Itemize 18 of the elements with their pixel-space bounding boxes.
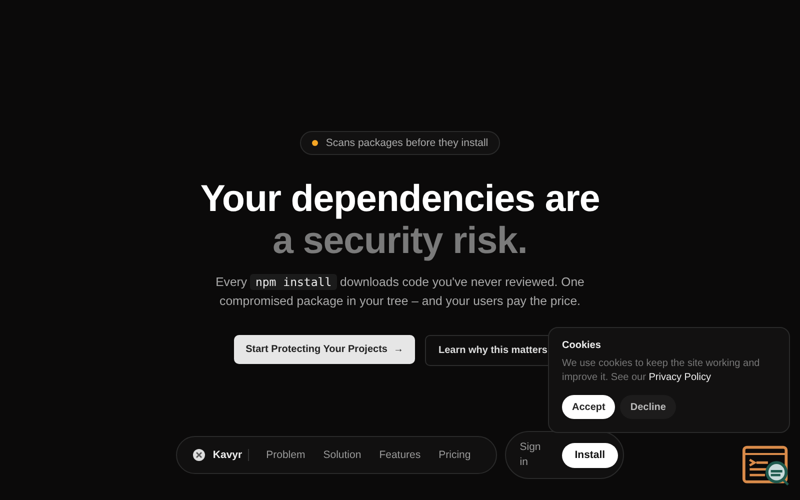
accept-button[interactable]: Accept (562, 395, 616, 419)
browser-search-icon[interactable] (742, 445, 790, 486)
brand-name[interactable]: Kavyr (212, 449, 242, 461)
intro-paragraph: Every npm install downloads code you've never reviewed. One compromised package in your tree – and your users pay the price. (214, 273, 586, 310)
headline: a security risk. (272, 219, 528, 261)
cookie-title: Cookies (562, 340, 602, 351)
badge-text: Scans packages before they install (326, 137, 488, 149)
cookie-text: We use cookies to keep the site working and improve it. See our Privacy Policy (562, 357, 761, 385)
sign-in-link[interactable]: Sign in (520, 440, 544, 470)
headline: Your dependencies are (200, 177, 600, 219)
privacy-policy-link[interactable]: Privacy Policy (648, 372, 711, 383)
start-button[interactable]: Start Protecting Your Projects → (234, 335, 416, 364)
nav-link[interactable]: Features (370, 449, 430, 461)
nav-link[interactable]: Solution (314, 449, 370, 461)
install-button[interactable]: Install (562, 442, 618, 468)
nav-link[interactable]: Problem (257, 449, 314, 461)
decline-button[interactable]: Decline (620, 395, 676, 419)
nav-link[interactable]: Pricing (430, 449, 480, 461)
